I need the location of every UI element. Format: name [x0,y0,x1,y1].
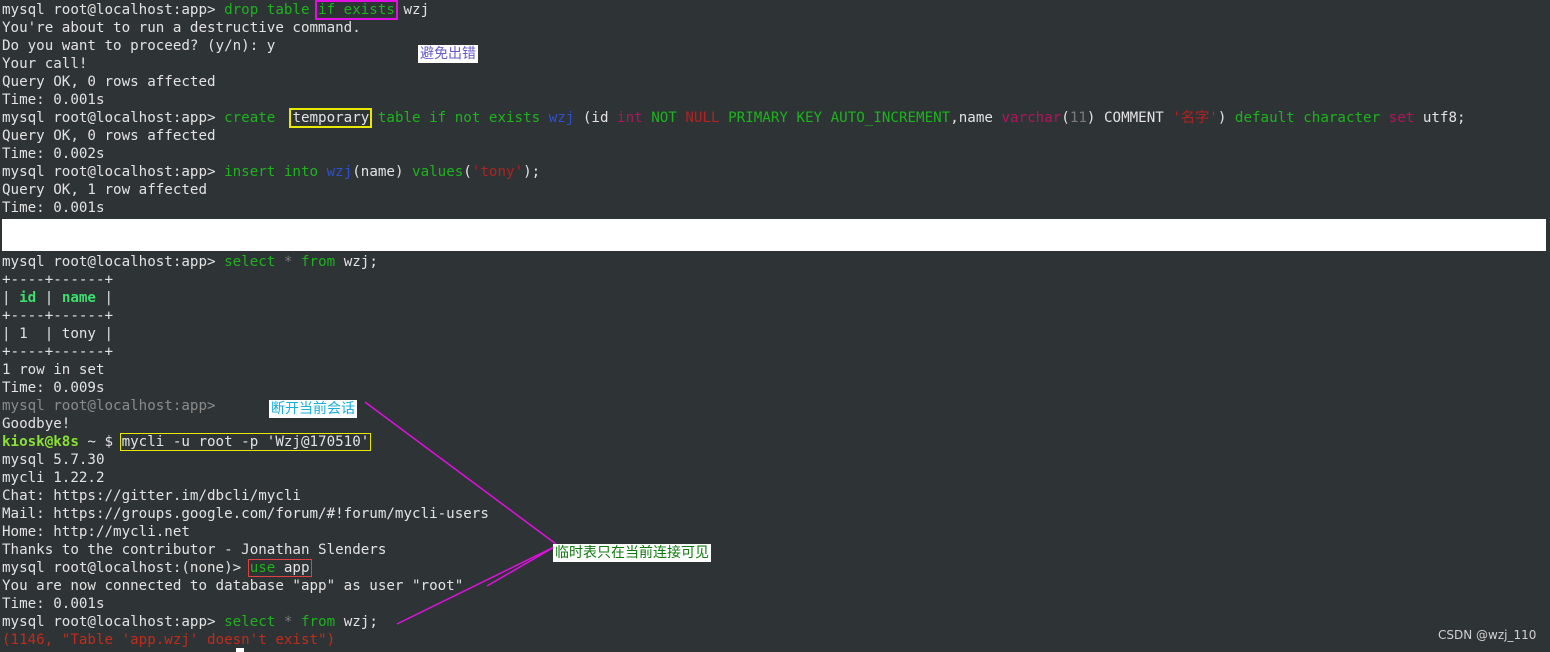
redacted-bar [2,219,1546,251]
highlight-box: mycli -u root -p 'Wzj@170510' [119,433,372,451]
terminal-line: You're about to run a destructive comman… [2,20,361,36]
watermark: CSDN @wzj_110 [1438,628,1537,642]
terminal-line: mysql root@localhost:app> select * from … [2,614,378,630]
terminal-line: mysql root@localhost:app> create tempora… [2,108,1466,128]
terminal-line: Your call! [2,56,88,72]
terminal-line: Home: http://mycli.net [2,524,190,540]
terminal-line: Time: 0.002s [2,146,105,162]
terminal-line: mysql root@localhost:app> [2,398,216,414]
terminal-line: mysql 5.7.30 [2,452,105,468]
terminal-line: mycli 1.22.2 [2,470,105,486]
terminal-line: Time: 0.001s [2,596,105,612]
terminal-line: Goodbye! [2,416,71,432]
terminal-line: kiosk@k8s ~ $ mycli -u root -p 'Wzj@1705… [2,433,372,451]
highlight-box: temporary [289,108,373,128]
terminal-line: Chat: https://gitter.im/dbcli/mycli [2,488,301,504]
terminal-line: Mail: https://groups.google.com/forum/#!… [2,506,489,522]
terminal-line: Query OK, 0 rows affected [2,128,216,144]
table-border: +----+------+ [2,308,114,324]
terminal-window[interactable]: mysql root@localhost:app> drop table if … [0,0,1550,652]
terminal-line: Query OK, 1 row affected [2,182,207,198]
terminal-line: Do you want to proceed? (y/n): y [2,38,276,54]
error-line: (1146, "Table 'app.wzj' doesn't exist") [2,632,336,648]
terminal-line: Query OK, 0 rows affected [2,74,216,90]
table-border: +----+------+ [2,344,114,360]
terminal-line: Time: 0.009s [2,380,105,396]
terminal-line: mysql root@localhost:app> drop table if … [2,0,430,20]
highlight-box: use app [247,559,312,577]
terminal-line: mysql root@localhost:app> insert into wz… [2,164,541,180]
highlight-box: if exists [315,0,398,20]
terminal-line: 1 row in set [2,362,105,378]
text-cursor [236,648,244,652]
annotation-label: 断开当前会话 [269,400,357,418]
table-border: +----+------+ [2,272,114,288]
annotation-label: 避免出错 [418,45,478,63]
terminal-line: Thanks to the contributor - Jonathan Sle… [2,542,387,558]
terminal-line: Time: 0.001s [2,92,105,108]
table-row: | 1 | tony | [2,326,114,342]
terminal-line: Time: 0.001s [2,200,105,216]
terminal-line: mysql root@localhost:app> select * from … [2,254,378,270]
annotation-label: 临时表只在当前连接可见 [553,544,711,562]
table-header: | id | name | [2,290,114,306]
terminal-line: You are now connected to database "app" … [2,578,464,594]
terminal-line: mysql root@localhost:(none)> use app [2,559,312,577]
